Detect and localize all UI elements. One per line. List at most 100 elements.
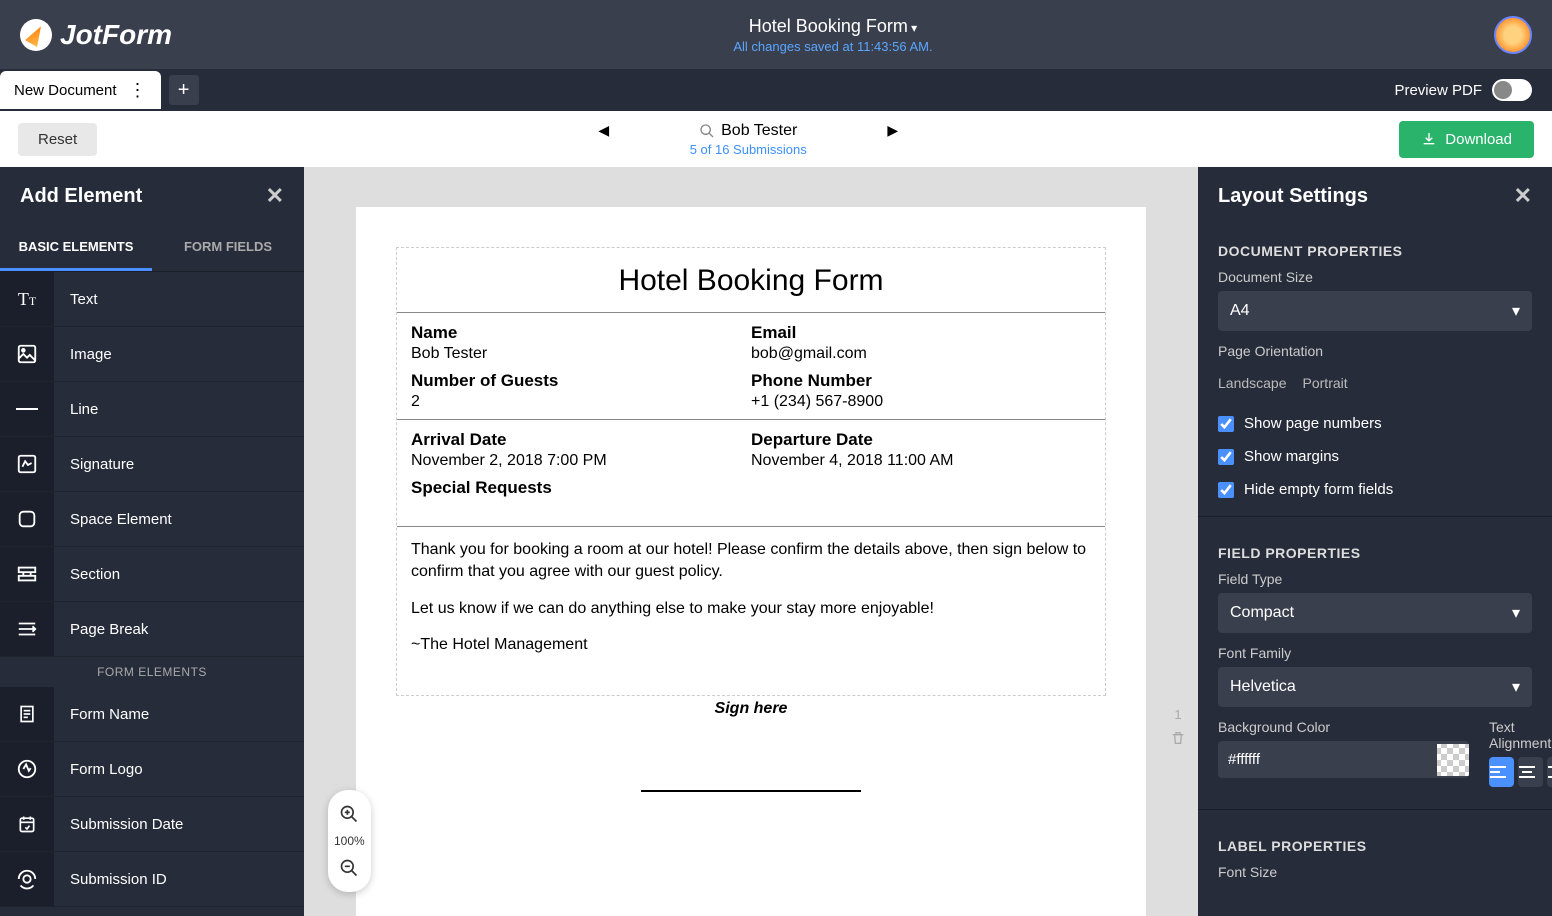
field-type-select[interactable]: Compact▾ bbox=[1218, 593, 1532, 633]
canvas-area[interactable]: Hotel Booking Form Name Bob Tester Numbe… bbox=[304, 167, 1198, 916]
message-p3: ~The Hotel Management bbox=[411, 634, 1091, 656]
orientation-landscape[interactable]: Landscape bbox=[1218, 375, 1287, 391]
zoom-level: 100% bbox=[334, 834, 365, 848]
element-submission-date[interactable]: Submission Date bbox=[0, 797, 304, 852]
orientation-label: Page Orientation bbox=[1198, 343, 1552, 365]
field-arrival-label: Arrival Date bbox=[411, 430, 751, 452]
element-signature[interactable]: Signature bbox=[0, 437, 304, 492]
element-image[interactable]: Image bbox=[0, 327, 304, 382]
preview-pdf-label: Preview PDF bbox=[1394, 82, 1482, 99]
chevron-down-icon: ▾ bbox=[1512, 301, 1520, 321]
zoom-controls: 100% bbox=[328, 790, 371, 892]
tab-bar: New Document ⋮ + Preview PDF bbox=[0, 69, 1552, 111]
field-name-value: Bob Tester bbox=[411, 345, 751, 371]
title-area: Hotel Booking Form All changes saved at … bbox=[733, 16, 932, 54]
element-submission-id[interactable]: Submission ID bbox=[0, 852, 304, 907]
show-page-numbers-checkbox[interactable] bbox=[1218, 416, 1234, 432]
element-form-logo[interactable]: Form Logo bbox=[0, 742, 304, 797]
right-panel-title: Layout Settings bbox=[1218, 185, 1368, 208]
message-p2: Let us know if we can do anything else t… bbox=[411, 598, 1091, 620]
tab-basic-elements[interactable]: BASIC ELEMENTS bbox=[0, 225, 152, 271]
close-right-panel-button[interactable]: ✕ bbox=[1514, 183, 1532, 209]
next-submission-button[interactable]: ▶ bbox=[887, 122, 898, 139]
field-type-label: Field Type bbox=[1198, 571, 1552, 593]
form-title-dropdown[interactable]: Hotel Booking Form bbox=[749, 16, 917, 37]
doc-size-label: Document Size bbox=[1198, 269, 1552, 291]
toolbar: Reset ◀ Bob Tester ▶ 5 of 16 Submissions… bbox=[0, 111, 1552, 167]
font-size-label: Font Size bbox=[1198, 864, 1552, 886]
element-form-name[interactable]: Form Name bbox=[0, 687, 304, 742]
form-logo-icon bbox=[0, 742, 54, 796]
show-margins-checkbox[interactable] bbox=[1218, 449, 1234, 465]
page-indicator: 1 bbox=[1170, 707, 1186, 746]
text-icon: TT bbox=[0, 272, 54, 326]
tester-name: Bob Tester bbox=[721, 122, 797, 140]
top-bar: JotForm Hotel Booking Form All changes s… bbox=[0, 0, 1552, 69]
document-tab[interactable]: New Document ⋮ bbox=[0, 71, 161, 109]
element-text[interactable]: TTText bbox=[0, 272, 304, 327]
image-icon bbox=[0, 327, 54, 381]
prev-submission-button[interactable]: ◀ bbox=[598, 122, 609, 139]
close-left-panel-button[interactable]: ✕ bbox=[266, 183, 284, 209]
line-icon bbox=[0, 382, 54, 436]
page-break-icon bbox=[0, 602, 54, 656]
avatar[interactable] bbox=[1494, 16, 1532, 54]
submission-selector[interactable]: Bob Tester bbox=[699, 122, 797, 140]
field-props-header: FIELD PROPERTIES bbox=[1198, 527, 1552, 571]
field-special-label: Special Requests bbox=[411, 478, 751, 500]
element-line[interactable]: Line bbox=[0, 382, 304, 437]
element-page-break[interactable]: Page Break bbox=[0, 602, 304, 657]
doc-size-select[interactable]: A4▾ bbox=[1218, 291, 1532, 331]
download-icon bbox=[1421, 131, 1437, 147]
signature-icon bbox=[0, 437, 54, 491]
logo-icon bbox=[20, 19, 52, 51]
zoom-out-button[interactable] bbox=[335, 854, 363, 882]
search-icon bbox=[699, 123, 715, 139]
signature-line bbox=[641, 790, 861, 792]
left-panel-title: Add Element bbox=[20, 185, 142, 208]
doc-props-header: DOCUMENT PROPERTIES bbox=[1198, 225, 1552, 269]
field-phone-value: +1 (234) 567-8900 bbox=[751, 393, 1091, 419]
right-panel: Layout Settings ✕ DOCUMENT PROPERTIES Do… bbox=[1198, 167, 1552, 916]
chevron-down-icon: ▾ bbox=[1512, 677, 1520, 697]
element-space[interactable]: Space Element bbox=[0, 492, 304, 547]
font-family-select[interactable]: Helvetica▾ bbox=[1218, 667, 1532, 707]
save-status: All changes saved at 11:43:56 AM. bbox=[733, 39, 932, 54]
field-arrival-value: November 2, 2018 7:00 PM bbox=[411, 452, 751, 478]
tab-form-fields[interactable]: FORM FIELDS bbox=[152, 225, 304, 271]
bg-color-input[interactable] bbox=[1218, 741, 1437, 778]
field-email-value: bob@gmail.com bbox=[751, 345, 1091, 371]
download-button[interactable]: Download bbox=[1399, 121, 1534, 158]
reset-button[interactable]: Reset bbox=[18, 123, 97, 156]
zoom-in-button[interactable] bbox=[335, 800, 363, 828]
doc-title: Hotel Booking Form bbox=[397, 260, 1105, 312]
bg-color-swatch[interactable] bbox=[1437, 744, 1469, 776]
field-email-label: Email bbox=[751, 323, 1091, 345]
submission-id-icon bbox=[0, 852, 54, 906]
field-departure-value: November 4, 2018 11:00 AM bbox=[751, 452, 1091, 478]
field-name-label: Name bbox=[411, 323, 751, 345]
add-tab-button[interactable]: + bbox=[169, 75, 199, 105]
align-center-button[interactable] bbox=[1518, 757, 1543, 787]
preview-pdf-toggle[interactable] bbox=[1492, 79, 1532, 101]
space-icon bbox=[0, 492, 54, 546]
font-family-label: Font Family bbox=[1198, 645, 1552, 667]
left-panel: Add Element ✕ BASIC ELEMENTS FORM FIELDS… bbox=[0, 167, 304, 916]
align-right-button[interactable] bbox=[1547, 757, 1552, 787]
hide-empty-fields-checkbox[interactable] bbox=[1218, 482, 1234, 498]
tab-menu-icon[interactable]: ⋮ bbox=[129, 81, 147, 99]
label-props-header: LABEL PROPERTIES bbox=[1198, 820, 1552, 864]
align-left-button[interactable] bbox=[1489, 757, 1514, 787]
delete-page-button[interactable] bbox=[1170, 730, 1186, 746]
sign-here-label: Sign here bbox=[356, 700, 1146, 718]
field-phone-label: Phone Number bbox=[751, 371, 1091, 393]
document-page[interactable]: Hotel Booking Form Name Bob Tester Numbe… bbox=[356, 207, 1146, 916]
document-tab-label: New Document bbox=[14, 82, 117, 99]
field-guests-value: 2 bbox=[411, 393, 751, 419]
chevron-down-icon: ▾ bbox=[1512, 603, 1520, 623]
orientation-portrait[interactable]: Portrait bbox=[1303, 375, 1348, 391]
bg-color-label: Background Color bbox=[1218, 719, 1469, 741]
logo[interactable]: JotForm bbox=[20, 19, 172, 51]
element-section[interactable]: Section bbox=[0, 547, 304, 602]
page-number: 1 bbox=[1170, 707, 1186, 722]
